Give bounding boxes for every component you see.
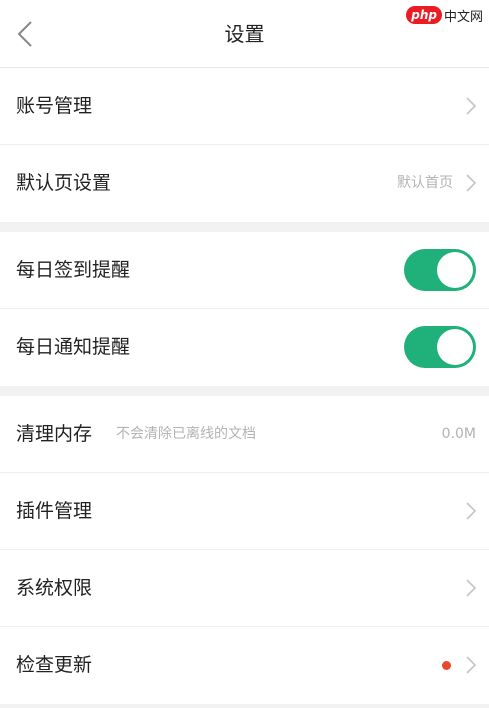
settings-group-account: 账号管理 默认页设置 默认首页 xyxy=(0,68,489,222)
cache-size-value: 0.0M xyxy=(441,426,476,442)
watermark-logo: php 中文网 xyxy=(406,4,483,26)
setting-label: 检查更新 xyxy=(16,654,93,676)
toggle-knob xyxy=(437,329,473,365)
chevron-right-icon xyxy=(466,579,477,597)
watermark-logo-text: 中文网 xyxy=(443,9,483,25)
setting-label: 每日签到提醒 xyxy=(16,259,131,281)
chevron-right-icon xyxy=(466,97,477,115)
setting-label: 默认页设置 xyxy=(16,172,112,194)
setting-label: 账号管理 xyxy=(16,95,93,117)
daily-notification-toggle[interactable] xyxy=(404,326,476,368)
chevron-right-icon xyxy=(466,174,477,192)
toggle-knob xyxy=(437,252,473,288)
chevron-right-icon xyxy=(466,656,477,674)
setting-row-system-permissions[interactable]: 系统权限 xyxy=(0,550,489,627)
setting-label: 清理内存 xyxy=(16,423,93,445)
setting-label: 插件管理 xyxy=(16,500,93,522)
top-bar: 设置 php 中文网 xyxy=(0,0,489,68)
setting-row-clear-cache[interactable]: 清理内存 不会清除已离线的文档 0.0M xyxy=(0,396,489,473)
setting-row-daily-notification-reminder: 每日通知提醒 xyxy=(0,309,489,386)
setting-label: 每日通知提醒 xyxy=(16,336,131,358)
setting-label: 系统权限 xyxy=(16,577,93,599)
watermark-logo-badge: php xyxy=(406,6,442,24)
setting-row-default-page[interactable]: 默认页设置 默认首页 xyxy=(0,145,489,222)
setting-row-daily-checkin-reminder: 每日签到提醒 xyxy=(0,232,489,309)
setting-row-account-management[interactable]: 账号管理 xyxy=(0,68,489,145)
settings-group-reminders: 每日签到提醒 每日通知提醒 xyxy=(0,232,489,386)
settings-group-system: 清理内存 不会清除已离线的文档 0.0M 插件管理 系统权限 检查更新 xyxy=(0,396,489,704)
setting-row-check-update[interactable]: 检查更新 xyxy=(0,627,489,704)
setting-row-plugin-management[interactable]: 插件管理 xyxy=(0,473,489,550)
update-badge-dot xyxy=(442,661,451,670)
daily-checkin-toggle[interactable] xyxy=(404,249,476,291)
setting-hint: 不会清除已离线的文档 xyxy=(116,426,256,442)
chevron-right-icon xyxy=(466,502,477,520)
setting-value: 默认首页 xyxy=(397,175,453,191)
